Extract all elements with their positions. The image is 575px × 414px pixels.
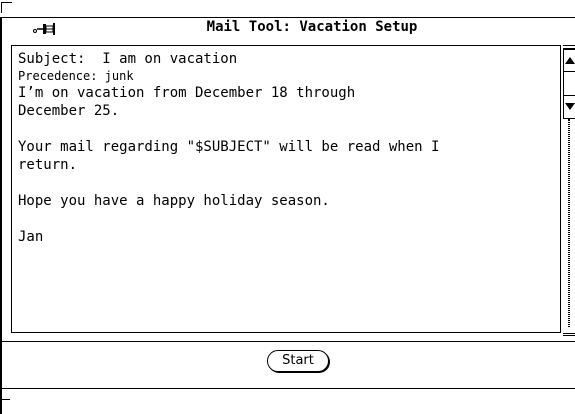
start-button[interactable]: Start bbox=[267, 350, 329, 372]
control-panel: Start bbox=[2, 341, 575, 389]
message-body-line: Your mail regarding "$SUBJECT" will be r… bbox=[18, 139, 440, 155]
pushpin-icon[interactable] bbox=[31, 17, 61, 37]
scroll-down-button[interactable] bbox=[564, 96, 575, 118]
window-frame: Mail Tool: Vacation Setup Subject: I am … bbox=[0, 0, 575, 414]
precedence-line: Precedence: junk bbox=[18, 69, 134, 83]
scrollbar-cable[interactable] bbox=[568, 119, 570, 327]
window-corner-bottom[interactable] bbox=[0, 399, 10, 400]
vacation-message-editor[interactable]: Subject: I am on vacation Precedence: ju… bbox=[11, 45, 561, 333]
scrollbar-elevator[interactable] bbox=[563, 49, 575, 119]
scrollbar-bottom-cable-anchor[interactable] bbox=[563, 333, 575, 336]
signature-line: Jan bbox=[18, 229, 44, 245]
message-body-line: return. bbox=[18, 157, 78, 173]
message-body-line: December 25. bbox=[18, 103, 120, 119]
message-body-line: Hope you have a happy holiday season. bbox=[18, 193, 330, 209]
title-bar[interactable]: Mail Tool: Vacation Setup bbox=[2, 17, 575, 44]
scroll-down-arrow-icon bbox=[565, 103, 575, 110]
subject-line: Subject: I am on vacation bbox=[18, 51, 238, 67]
window-title: Mail Tool: Vacation Setup bbox=[206, 19, 418, 35]
scrollbar-drag-area[interactable] bbox=[564, 72, 575, 96]
scroll-up-arrow-icon bbox=[565, 57, 575, 64]
message-body-line: I’m on vacation from December 18 through bbox=[18, 85, 356, 101]
window-corner[interactable] bbox=[1, 2, 12, 13]
vertical-scrollbar[interactable] bbox=[563, 45, 575, 339]
scroll-up-button[interactable] bbox=[564, 50, 575, 72]
